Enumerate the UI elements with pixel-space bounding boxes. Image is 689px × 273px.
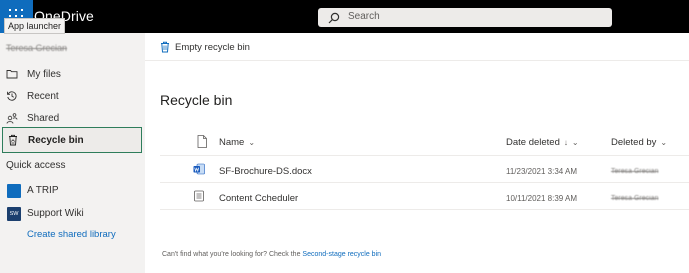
nav-item-label: Recent: [27, 91, 59, 102]
clock-icon: [7, 91, 17, 101]
sort-down-arrow-icon: ↓: [563, 138, 568, 147]
quick-access-heading: Quick access: [6, 160, 66, 171]
chevron-down-icon: ⌄: [571, 138, 579, 147]
column-header-name[interactable]: Name ⌄: [219, 137, 255, 148]
create-shared-library-link[interactable]: Create shared library: [27, 229, 116, 240]
date-deleted: 10/11/2021 8:39 AM: [506, 194, 578, 203]
column-header-label: Name: [219, 137, 245, 148]
deleted-by: Teresa Grecian: [611, 195, 659, 202]
site-logo-icon: SW: [7, 207, 21, 221]
column-header-label: Deleted by: [611, 137, 657, 148]
people-icon: [6, 113, 18, 124]
top-bar: OneDrive Search: [0, 0, 689, 33]
nav-item-label: My files: [27, 69, 61, 80]
chevron-down-icon: ⌄: [660, 138, 668, 147]
divider: [160, 182, 689, 183]
trash-icon: [161, 41, 169, 53]
search-icon: [328, 12, 340, 24]
nav-item-my-files[interactable]: My files: [0, 64, 145, 86]
app-launcher-tooltip: App launcher: [4, 18, 66, 34]
search-box[interactable]: Search: [318, 8, 612, 27]
nav-item-recycle-bin[interactable]: Recycle bin: [2, 127, 142, 153]
quick-access-item-support-wiki[interactable]: SW Support Wiki: [0, 203, 145, 225]
column-header-date-deleted[interactable]: Date deleted ↓ ⌄: [506, 137, 579, 148]
date-deleted: 11/23/2021 3:34 AM: [506, 167, 578, 176]
command-bar: Empty recycle bin: [145, 33, 689, 61]
nav-item-recent[interactable]: Recent: [0, 86, 145, 108]
file-name[interactable]: SF-Brochure-DS.docx: [219, 166, 312, 177]
quick-access-label: A TRIP: [27, 185, 59, 196]
page-title: Recycle bin: [160, 92, 233, 108]
word-doc-icon: [193, 163, 205, 175]
left-nav: Teresa Grecian My files Recent Shared Re…: [0, 33, 145, 273]
chevron-down-icon: ⌄: [248, 138, 256, 147]
footer-help-text: Can't find what you're looking for? Chec…: [162, 251, 381, 258]
second-stage-recycle-bin-link[interactable]: Second-stage recycle bin: [302, 251, 381, 258]
search-input[interactable]: Search: [348, 11, 380, 22]
folder-icon: [6, 70, 18, 79]
list-icon: [194, 190, 204, 202]
nav-item-label: Recycle bin: [28, 135, 84, 146]
recycle-bin-icon: [9, 134, 17, 146]
file-name[interactable]: Content Ccheduler: [219, 193, 298, 204]
column-header-deleted-by[interactable]: Deleted by ⌄: [611, 137, 667, 148]
quick-access-label: Support Wiki: [27, 208, 84, 219]
deleted-by: Teresa Grecian: [611, 168, 659, 175]
site-logo-icon: [7, 184, 21, 198]
column-header-label: Date deleted: [506, 137, 560, 148]
user-name: Teresa Grecian: [6, 43, 68, 53]
divider: [160, 155, 689, 156]
quick-access-item-a-trip[interactable]: A TRIP: [0, 180, 145, 202]
file-type-header-icon[interactable]: [197, 135, 207, 148]
nav-item-label: Shared: [27, 113, 60, 124]
divider: [160, 209, 689, 210]
footer-text: Can't find what you're looking for? Chec…: [162, 251, 303, 258]
empty-recycle-bin-button[interactable]: Empty recycle bin: [175, 42, 250, 53]
